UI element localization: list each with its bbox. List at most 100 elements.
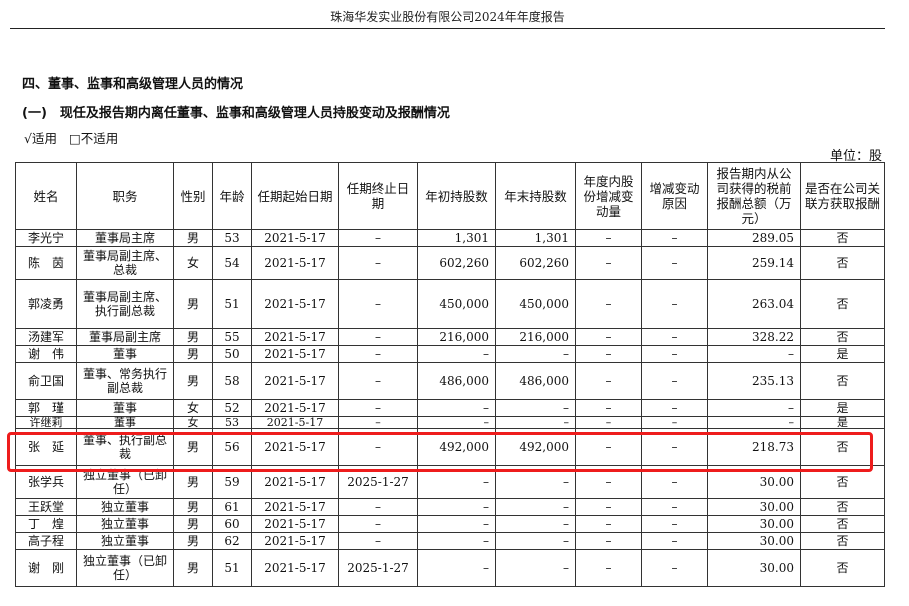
cell-term-start: 2021-5-17	[251, 465, 339, 499]
cell-shares-begin: –	[417, 549, 496, 587]
cell-term-start: 2021-5-17	[251, 399, 339, 417]
cell-term-start: 2021-5-17	[251, 362, 339, 400]
cell-age: 56	[212, 428, 252, 466]
table-row: 汤建军 董事局副主席男 55 2021-5-17–216,000 216,000– –32…	[15, 328, 885, 346]
cell-name: 高子程	[15, 532, 77, 550]
cell-shares-begin: –	[417, 399, 496, 417]
cell-age: 51	[212, 549, 252, 587]
cell-position: 董事	[76, 345, 174, 363]
cell-name: 郭凌勇	[15, 279, 77, 329]
cell-related-party: 否	[800, 362, 885, 400]
cell-term-end: –	[338, 532, 418, 550]
cell-shares-end: 216,000	[495, 328, 576, 346]
cell-term-start: 2021-5-17	[251, 549, 339, 587]
cell-gender: 男	[173, 549, 213, 587]
cell-age: 54	[212, 246, 252, 280]
cell-change-reason: –	[641, 549, 708, 587]
header-change-reason: 增减变动原因	[641, 162, 708, 230]
cell-share-change: –	[575, 229, 642, 247]
cell-position: 独立董事	[76, 498, 174, 516]
header-related-party: 是否在公司关联方获取报酬	[800, 162, 885, 230]
header-compensation: 报告期内从公司获得的税前报酬总额（万元）	[707, 162, 801, 230]
cell-change-reason: –	[641, 428, 708, 466]
option-applicable: √适用	[24, 131, 57, 146]
cell-compensation: 30.00	[707, 465, 801, 499]
cell-compensation: 30.00	[707, 498, 801, 516]
cell-name: 许继莉	[15, 416, 77, 429]
cell-share-change: –	[575, 399, 642, 417]
table-row: 郭凌勇 董事局副主席、执行副总裁男 51 2021-5-17–450,000 450,0…	[15, 279, 885, 329]
cell-term-end: –	[338, 362, 418, 400]
cell-position: 独立董事	[76, 532, 174, 550]
cell-shares-end: –	[495, 532, 576, 550]
cell-term-start: 2021-5-17	[251, 416, 339, 429]
cell-shares-end: 486,000	[495, 362, 576, 400]
section-subtitle: (一) 现任及报告期内离任董事、监事和高级管理人员持股变动及报酬情况	[22, 106, 450, 121]
cell-shares-begin: 216,000	[417, 328, 496, 346]
directors-table: 姓名 职务 性别 年龄 任期起始日期 任期终止日期 年初持股数 年末持股数 年度…	[15, 162, 885, 587]
cell-share-change: –	[575, 465, 642, 499]
table-row: 张 延董事、执行副总裁男 56 2021-5-17–492,000 492,000– –…	[15, 428, 885, 466]
cell-compensation: –	[707, 345, 801, 363]
cell-shares-end: –	[495, 345, 576, 363]
section-title: 四、董事、监事和高级管理人员的情况	[22, 77, 244, 92]
cell-name: 王跃堂	[15, 498, 77, 516]
cell-related-party: 否	[800, 428, 885, 466]
cell-name: 陈 茵	[15, 246, 77, 280]
table-row: 丁 煌独立董事男 60 2021-5-17– – – – –30.00 否	[15, 515, 885, 533]
header-position: 职务	[76, 162, 174, 230]
cell-share-change: –	[575, 532, 642, 550]
cell-age: 55	[212, 328, 252, 346]
cell-change-reason: –	[641, 246, 708, 280]
cell-change-reason: –	[641, 279, 708, 329]
cell-related-party: 是	[800, 416, 885, 429]
cell-term-end: –	[338, 498, 418, 516]
cell-term-start: 2021-5-17	[251, 279, 339, 329]
cell-shares-begin: –	[417, 515, 496, 533]
cell-term-end: –	[338, 345, 418, 363]
applicability-options: √适用 □不适用	[24, 128, 126, 147]
cell-position: 董事	[76, 416, 174, 429]
cell-position: 董事局副主席、总裁	[76, 246, 174, 280]
cell-change-reason: –	[641, 328, 708, 346]
cell-term-start: 2021-5-17	[251, 428, 339, 466]
cell-share-change: –	[575, 515, 642, 533]
cell-shares-begin: –	[417, 532, 496, 550]
header-share-change: 年度内股份增减变动量	[575, 162, 642, 230]
cell-age: 61	[212, 498, 252, 516]
header-shares-begin: 年初持股数	[417, 162, 496, 230]
cell-change-reason: –	[641, 362, 708, 400]
header-term-end: 任期终止日期	[338, 162, 418, 230]
cell-term-end: 2025-1-27	[338, 465, 418, 499]
cell-term-end: –	[338, 515, 418, 533]
cell-term-start: 2021-5-17	[251, 498, 339, 516]
cell-shares-begin: 486,000	[417, 362, 496, 400]
cell-shares-end: 602,260	[495, 246, 576, 280]
cell-related-party: 否	[800, 549, 885, 587]
cell-term-start: 2021-5-17	[251, 515, 339, 533]
header-shares-end: 年末持股数	[495, 162, 576, 230]
cell-term-start: 2021-5-17	[251, 328, 339, 346]
cell-age: 53	[212, 229, 252, 247]
cell-related-party: 否	[800, 498, 885, 516]
cell-compensation: 30.00	[707, 515, 801, 533]
cell-change-reason: –	[641, 498, 708, 516]
cell-share-change: –	[575, 549, 642, 587]
table-header-row: 姓名 职务 性别 年龄 任期起始日期 任期终止日期 年初持股数 年末持股数 年度…	[15, 162, 885, 230]
cell-share-change: –	[575, 416, 642, 429]
cell-compensation: 263.04	[707, 279, 801, 329]
cell-related-party: 否	[800, 465, 885, 499]
cell-name: 汤建军	[15, 328, 77, 346]
cell-gender: 男	[173, 465, 213, 499]
cell-age: 51	[212, 279, 252, 329]
cell-related-party: 否	[800, 515, 885, 533]
cell-shares-begin: 492,000	[417, 428, 496, 466]
cell-gender: 男	[173, 279, 213, 329]
cell-age: 62	[212, 532, 252, 550]
cell-name: 俞卫国	[15, 362, 77, 400]
cell-share-change: –	[575, 498, 642, 516]
cell-compensation: 259.14	[707, 246, 801, 280]
table-row: 俞卫国 董事、常务执行副总裁男 58 2021-5-17–486,000 486,000…	[15, 362, 885, 400]
cell-compensation: 289.05	[707, 229, 801, 247]
cell-position: 董事局主席	[76, 229, 174, 247]
